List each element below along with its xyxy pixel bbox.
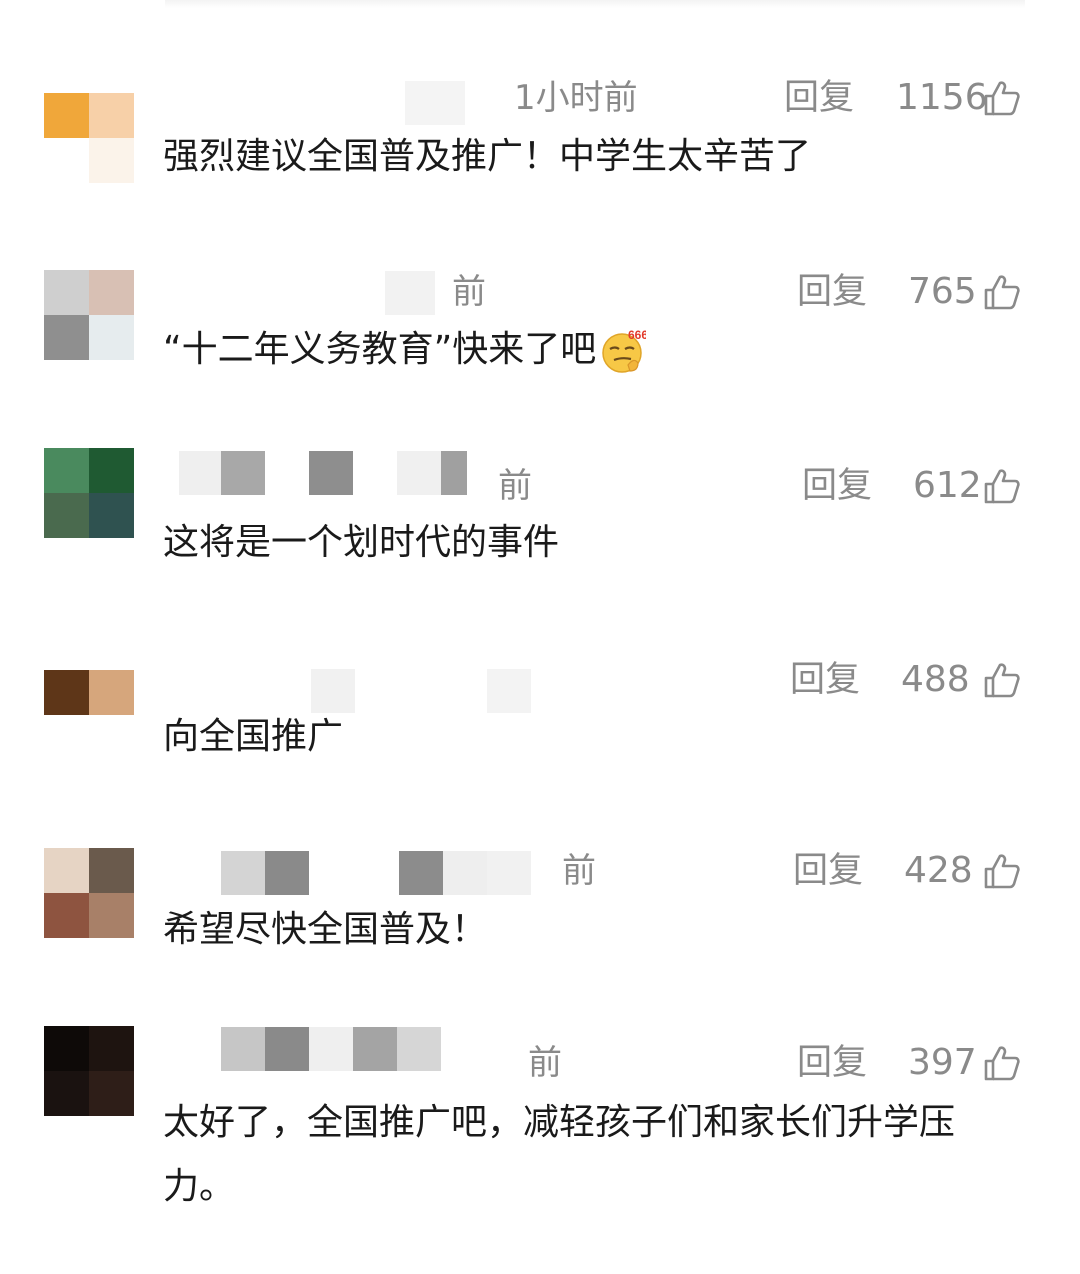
reply-button[interactable]: 回复 — [784, 78, 854, 118]
avatar[interactable] — [44, 1026, 134, 1116]
comment-text-content: “十二年义务教育”快来了吧 — [163, 329, 597, 370]
avatar[interactable] — [44, 448, 134, 538]
comment-text: 强烈建议全国普及推广！中学生太辛苦了 — [163, 136, 812, 177]
comment-text: 向全国推广 — [163, 716, 344, 757]
thumbs-up-icon[interactable] — [982, 851, 1022, 891]
comment-text: 希望尽快全国普及！ — [163, 909, 488, 950]
reply-button[interactable]: 回复 — [797, 272, 867, 312]
smirk-666-emoji-icon: 666 — [602, 328, 646, 373]
comment-text: “十二年义务教育”快来了吧 666 — [163, 318, 646, 382]
avatar[interactable] — [44, 270, 134, 360]
comment-time: 前 — [498, 466, 532, 506]
thumbs-up-icon[interactable] — [982, 1043, 1022, 1083]
like-count: 428 — [904, 850, 973, 891]
thumbs-up-icon[interactable] — [982, 78, 1022, 118]
username-blurred[interactable] — [165, 448, 467, 498]
like-count: 488 — [901, 659, 970, 700]
comment-time: 前 — [452, 272, 486, 312]
comment-time: 前 — [528, 1043, 562, 1083]
thumbs-up-icon[interactable] — [982, 272, 1022, 312]
like-count: 397 — [908, 1042, 977, 1083]
like-count: 765 — [908, 271, 977, 312]
reply-button[interactable]: 回复 — [790, 660, 860, 700]
reply-button[interactable]: 回复 — [802, 466, 872, 506]
username-blurred[interactable] — [165, 78, 465, 128]
reply-button[interactable]: 回复 — [797, 1043, 867, 1083]
emoji-666-label: 666 — [628, 328, 646, 342]
comment-time: 前 — [562, 851, 596, 891]
like-count: 1156 — [896, 77, 988, 118]
thumbs-up-icon[interactable] — [982, 466, 1022, 506]
username-blurred[interactable] — [165, 268, 435, 318]
avatar[interactable] — [44, 848, 134, 938]
username-blurred[interactable] — [165, 1024, 441, 1074]
reply-button[interactable]: 回复 — [793, 851, 863, 891]
avatar[interactable] — [44, 670, 134, 760]
comment-text: 这将是一个划时代的事件 — [163, 522, 560, 563]
like-count: 612 — [913, 465, 982, 506]
previous-comment-edge — [165, 0, 1025, 8]
username-blurred[interactable] — [165, 848, 531, 898]
comment-text: 太好了，全国推广吧，减轻孩子们和家长们升学压力。 — [163, 1102, 956, 1207]
avatar[interactable] — [44, 93, 134, 183]
thumbs-up-icon[interactable] — [982, 660, 1022, 700]
comment-time: 1小时前 — [514, 78, 638, 118]
